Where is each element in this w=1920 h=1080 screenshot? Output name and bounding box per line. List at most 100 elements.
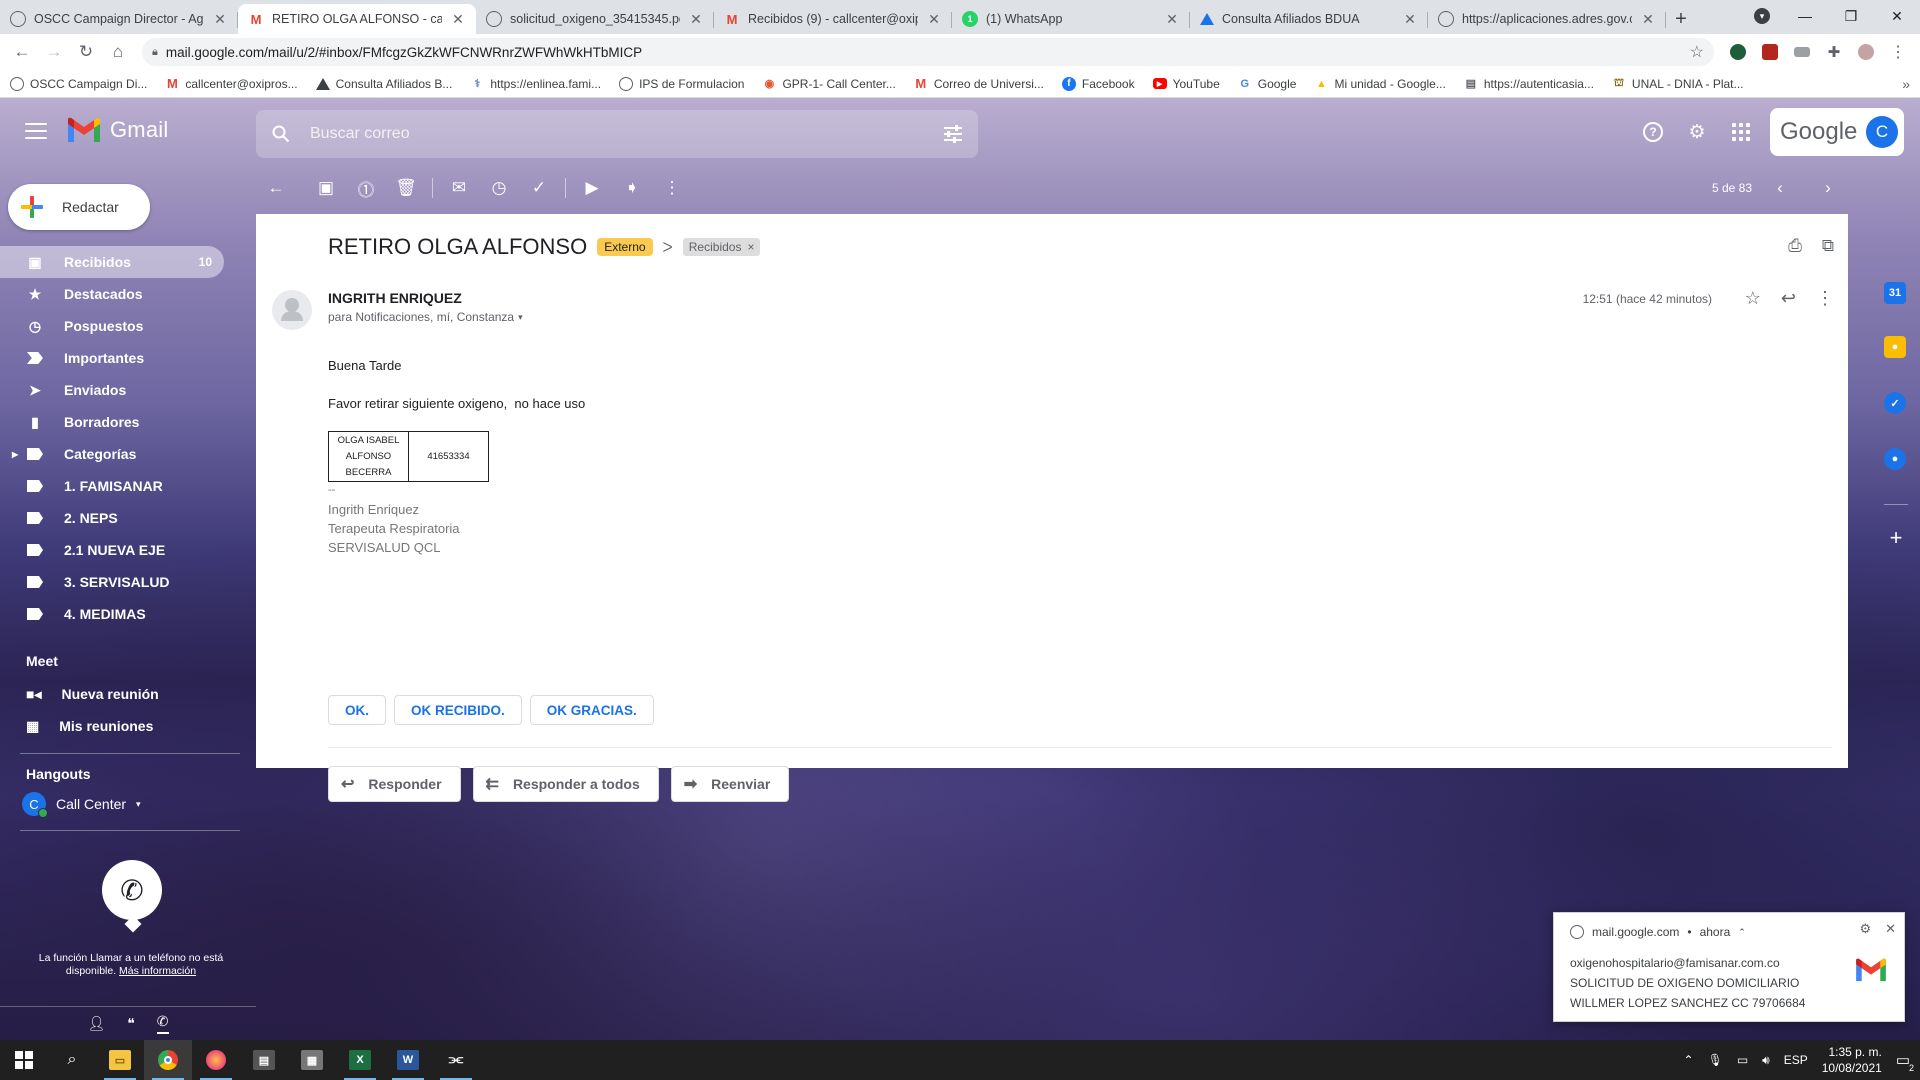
network-icon[interactable]: ▭ — [1737, 1053, 1748, 1067]
extension-icon[interactable] — [1727, 41, 1749, 63]
reload-icon[interactable]: ↻ — [72, 38, 100, 66]
windows-start-icon[interactable] — [0, 1040, 48, 1080]
profile-icon[interactable] — [1855, 41, 1877, 63]
settings-gear-icon[interactable]: ⚙ — [1859, 921, 1871, 937]
add-task-icon[interactable]: ✓ — [519, 168, 559, 208]
back-arrow-icon[interactable]: ← — [256, 168, 296, 208]
chevron-right-icon[interactable]: › — [1808, 168, 1848, 208]
open-new-window-icon[interactable]: ⧉ — [1822, 236, 1834, 256]
close-icon[interactable]: ✕ — [450, 11, 466, 28]
back-icon[interactable]: ← — [8, 38, 36, 66]
important-marker-icon[interactable]: ᐳ — [663, 239, 673, 256]
my-meetings-item[interactable]: ▦ Mis reuniones — [26, 713, 153, 739]
remove-label-icon[interactable]: × — [747, 240, 754, 254]
browser-tab[interactable]: solicitud_oxigeno_35415345.pdf ✕ — [476, 4, 714, 34]
mark-unread-icon[interactable]: ✉ — [439, 168, 479, 208]
sidebar-item-categories[interactable]: ▶ Categorías — [0, 438, 224, 470]
new-tab-button[interactable]: + — [1666, 4, 1696, 34]
bookmark-item[interactable]: ▤ https://autenticasia... — [1464, 77, 1594, 91]
search-input[interactable] — [310, 125, 924, 143]
browser-tab[interactable]: 1 (1) WhatsApp ✕ — [952, 4, 1190, 34]
phone-tab-icon[interactable]: ✆ — [156, 1013, 169, 1034]
tasks-icon[interactable]: ✓ — [1884, 392, 1906, 414]
sidebar-item-famisanar[interactable]: 1. FAMISANAR — [0, 470, 224, 502]
word-icon[interactable]: W — [384, 1040, 432, 1080]
close-icon[interactable]: ✕ — [926, 11, 942, 28]
smart-reply-button[interactable]: OK GRACIAS. — [529, 695, 654, 725]
account-switcher[interactable]: Google C — [1770, 108, 1904, 156]
sidebar-item-snoozed[interactable]: ◷ Pospuestos — [0, 310, 224, 342]
microphone-icon[interactable]: 🎙︎ — [1708, 1053, 1723, 1067]
close-icon[interactable]: ✕ — [212, 11, 228, 28]
close-icon[interactable]: ✕ — [1164, 11, 1180, 28]
close-icon[interactable]: ✕ — [688, 11, 704, 28]
reply-icon[interactable]: ↩ — [1781, 288, 1796, 309]
move-to-icon[interactable]: ▶ — [572, 168, 612, 208]
trash-icon[interactable]: 🗑︎ — [386, 168, 426, 208]
inbox-label-chip[interactable]: Recibidos × — [682, 238, 761, 256]
volume-icon[interactable]: 🔊︎ — [1762, 1053, 1770, 1068]
star-icon[interactable]: ☆ — [1745, 288, 1761, 309]
home-icon[interactable]: ⌂ — [104, 38, 132, 66]
hangouts-user[interactable]: C Call Center ▾ — [22, 792, 141, 818]
more-info-link[interactable]: Más información — [119, 965, 196, 977]
bookmark-item[interactable]: f Facebook — [1061, 76, 1135, 91]
chrome-icon[interactable] — [144, 1040, 192, 1080]
sidebar-item-starred[interactable]: ★ Destacados — [0, 278, 224, 310]
bookmark-item[interactable]: M Correo de Universi... — [914, 76, 1043, 91]
action-center-icon[interactable]: ▭ 2 — [1896, 1051, 1914, 1073]
url-text[interactable]: mail.google.com/mail/u/2/#inbox/FMfcgzGk… — [166, 45, 1682, 60]
restore-icon[interactable]: ❐ — [1828, 0, 1874, 32]
chevron-down-icon[interactable]: ▾ — [518, 312, 523, 323]
report-spam-icon[interactable]: ⓵ — [346, 168, 386, 208]
main-menu-icon[interactable] — [22, 118, 50, 144]
reply-button[interactable]: ↩ Responder — [328, 766, 461, 802]
more-vert-icon[interactable]: ⋮ — [1816, 288, 1834, 309]
bookmarks-overflow-icon[interactable]: » — [1902, 76, 1910, 92]
browser-tab[interactable]: Consulta Afiliados BDUA ✕ — [1190, 4, 1428, 34]
clock[interactable]: 1:35 p. m. 10/08/2021 — [1822, 1044, 1882, 1076]
sidebar-item-nueva-eje[interactable]: 2.1 NUEVA EJE — [0, 534, 224, 566]
language-indicator[interactable]: ESP — [1784, 1053, 1808, 1067]
close-window-icon[interactable]: ✕ — [1874, 0, 1920, 32]
sidebar-item-servisalud[interactable]: 3. SERVISALUD — [0, 566, 224, 598]
smart-reply-button[interactable]: OK. — [328, 695, 387, 725]
browser-tab[interactable]: https://aplicaciones.adres.gov.co ✕ — [1428, 4, 1666, 34]
bookmark-item[interactable]: ▶ YouTube — [1152, 77, 1220, 91]
bookmark-item[interactable]: Consulta Afiliados B... — [315, 77, 452, 91]
bookmark-star-icon[interactable]: ☆ — [1690, 42, 1704, 62]
address-bar[interactable]: 🔒︎ mail.google.com/mail/u/2/#inbox/FMfcg… — [142, 38, 1714, 66]
chevron-up-icon[interactable]: ⌃ — [1684, 1053, 1694, 1067]
close-icon[interactable]: ✕ — [1402, 11, 1418, 28]
browser-tab[interactable]: OSCC Campaign Director - Agent ✕ — [0, 4, 238, 34]
menu-dots-icon[interactable]: ⋮ — [1887, 41, 1909, 63]
sidebar-item-medimas[interactable]: 4. MEDIMAS — [0, 598, 224, 630]
search-icon[interactable]: ⌕ — [48, 1040, 96, 1080]
chevron-down-icon[interactable]: ▾ — [136, 799, 141, 810]
gmail-logo[interactable]: Gmail — [66, 116, 168, 144]
desktop-notification[interactable]: mail.google.com • ahora ⌃ ⚙ ✕ oxigenohos… — [1553, 912, 1905, 1022]
forward-icon[interactable]: → — [40, 38, 68, 66]
browser-tab-active[interactable]: M RETIRO OLGA ALFONSO - callcenter ✕ — [238, 4, 476, 34]
lock-icon[interactable]: 🔒︎ — [152, 46, 158, 59]
bookmark-item[interactable]: ◉ GPR-1- Call Center... — [762, 77, 896, 91]
firefox-icon[interactable] — [192, 1040, 240, 1080]
sidebar-item-drafts[interactable]: ▮ Borradores — [0, 406, 224, 438]
close-icon[interactable]: ✕ — [1640, 11, 1656, 28]
reply-all-button[interactable]: ⇇ Responder a todos — [472, 766, 659, 802]
close-icon[interactable]: ✕ — [1885, 921, 1896, 937]
sidebar-item-neps[interactable]: 2. NEPS — [0, 502, 224, 534]
sidebar-item-important[interactable]: Importantes — [0, 342, 224, 374]
compose-button[interactable]: Redactar — [8, 184, 150, 230]
more-vert-icon[interactable]: ⋮ — [652, 168, 692, 208]
tab-search-icon[interactable]: ▾ — [1754, 8, 1770, 24]
app-icon[interactable]: ▤ — [240, 1040, 288, 1080]
print-icon[interactable]: ⎙ — [1788, 236, 1802, 256]
browser-tab[interactable]: M Recibidos (9) - callcenter@oxipro ✕ — [714, 4, 952, 34]
puzzle-icon[interactable]: ✚ — [1823, 41, 1845, 63]
calculator-icon[interactable]: ▦ — [288, 1040, 336, 1080]
file-explorer-icon[interactable]: ▭ — [96, 1040, 144, 1080]
bookmark-item[interactable]: ⚕ https://enlinea.fami... — [470, 77, 601, 91]
bookmark-item[interactable]: IPS de Formulacion — [619, 76, 744, 91]
settings-gear-icon[interactable]: ⚙ — [1682, 117, 1712, 147]
